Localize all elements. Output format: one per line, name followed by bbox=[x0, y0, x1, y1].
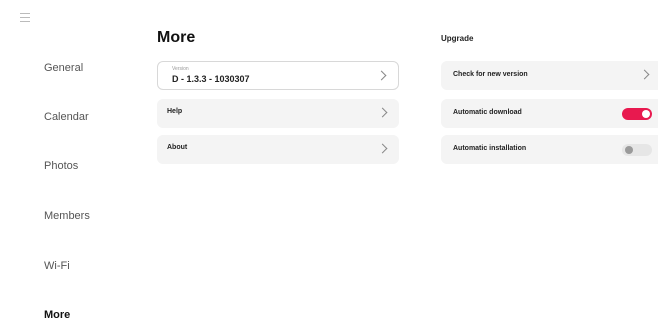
version-card[interactable]: Version D - 1.3.3 - 1030307 bbox=[157, 61, 399, 90]
check-new-version-label: Check for new version bbox=[453, 71, 528, 78]
sidebar-item-members[interactable]: Members bbox=[44, 210, 90, 222]
upgrade-section-title: Upgrade bbox=[441, 34, 474, 43]
automatic-installation-label: Automatic installation bbox=[453, 145, 527, 152]
page-title: More bbox=[157, 29, 196, 46]
automatic-installation-toggle[interactable] bbox=[622, 144, 652, 156]
help-button[interactable]: Help bbox=[157, 99, 399, 128]
version-caption: Version bbox=[172, 66, 189, 72]
automatic-installation-row: Automatic installation bbox=[441, 135, 658, 164]
sidebar-item-photos[interactable]: Photos bbox=[44, 160, 78, 172]
chevron-right-icon bbox=[377, 107, 388, 118]
automatic-download-label: Automatic download bbox=[453, 109, 522, 116]
toggle-knob bbox=[642, 110, 650, 118]
help-label: Help bbox=[167, 108, 183, 115]
sidebar-item-more[interactable]: More bbox=[44, 309, 70, 321]
version-value: D - 1.3.3 - 1030307 bbox=[172, 74, 250, 84]
sidebar-item-general[interactable]: General bbox=[44, 62, 83, 74]
sidebar: General Calendar Photos Members Wi-Fi Mo… bbox=[0, 0, 140, 321]
toggle-knob bbox=[625, 146, 633, 154]
automatic-download-toggle[interactable] bbox=[622, 108, 652, 120]
chevron-right-icon bbox=[377, 143, 388, 154]
check-new-version-button[interactable]: Check for new version bbox=[441, 61, 658, 90]
about-button[interactable]: About bbox=[157, 135, 399, 164]
about-label: About bbox=[167, 144, 188, 151]
sidebar-item-wifi[interactable]: Wi-Fi bbox=[44, 260, 70, 272]
automatic-download-row: Automatic download bbox=[441, 99, 658, 128]
chevron-right-icon bbox=[639, 69, 650, 80]
sidebar-item-calendar[interactable]: Calendar bbox=[44, 111, 89, 123]
chevron-right-icon bbox=[376, 70, 387, 81]
